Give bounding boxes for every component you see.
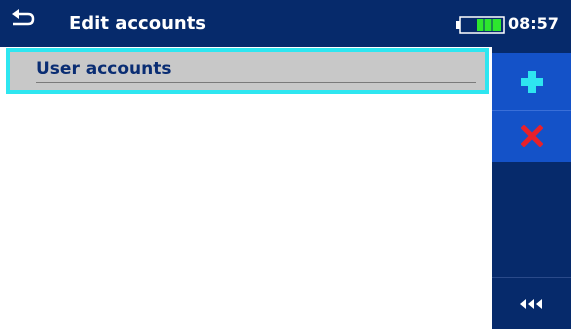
delete-button[interactable] xyxy=(492,110,571,162)
return-arrow-icon[interactable] xyxy=(10,8,36,34)
action-sidebar xyxy=(492,47,571,329)
list-item-underline xyxy=(36,82,476,83)
accounts-list: User accounts xyxy=(0,47,492,329)
battery-fill xyxy=(477,19,501,31)
list-item-user-accounts[interactable]: User accounts xyxy=(6,48,489,94)
page-title: Edit accounts xyxy=(69,13,207,34)
plus-icon xyxy=(521,71,543,93)
triple-left-arrow-icon xyxy=(520,299,542,309)
add-button[interactable] xyxy=(492,53,571,110)
back-collapse-button[interactable] xyxy=(492,277,571,329)
battery-icon xyxy=(456,16,505,34)
header-bar: Edit accounts 08:57 xyxy=(0,0,571,47)
delete-x-icon xyxy=(521,125,543,147)
list-item-label: User accounts xyxy=(36,59,172,79)
clock: 08:57 xyxy=(508,14,559,33)
